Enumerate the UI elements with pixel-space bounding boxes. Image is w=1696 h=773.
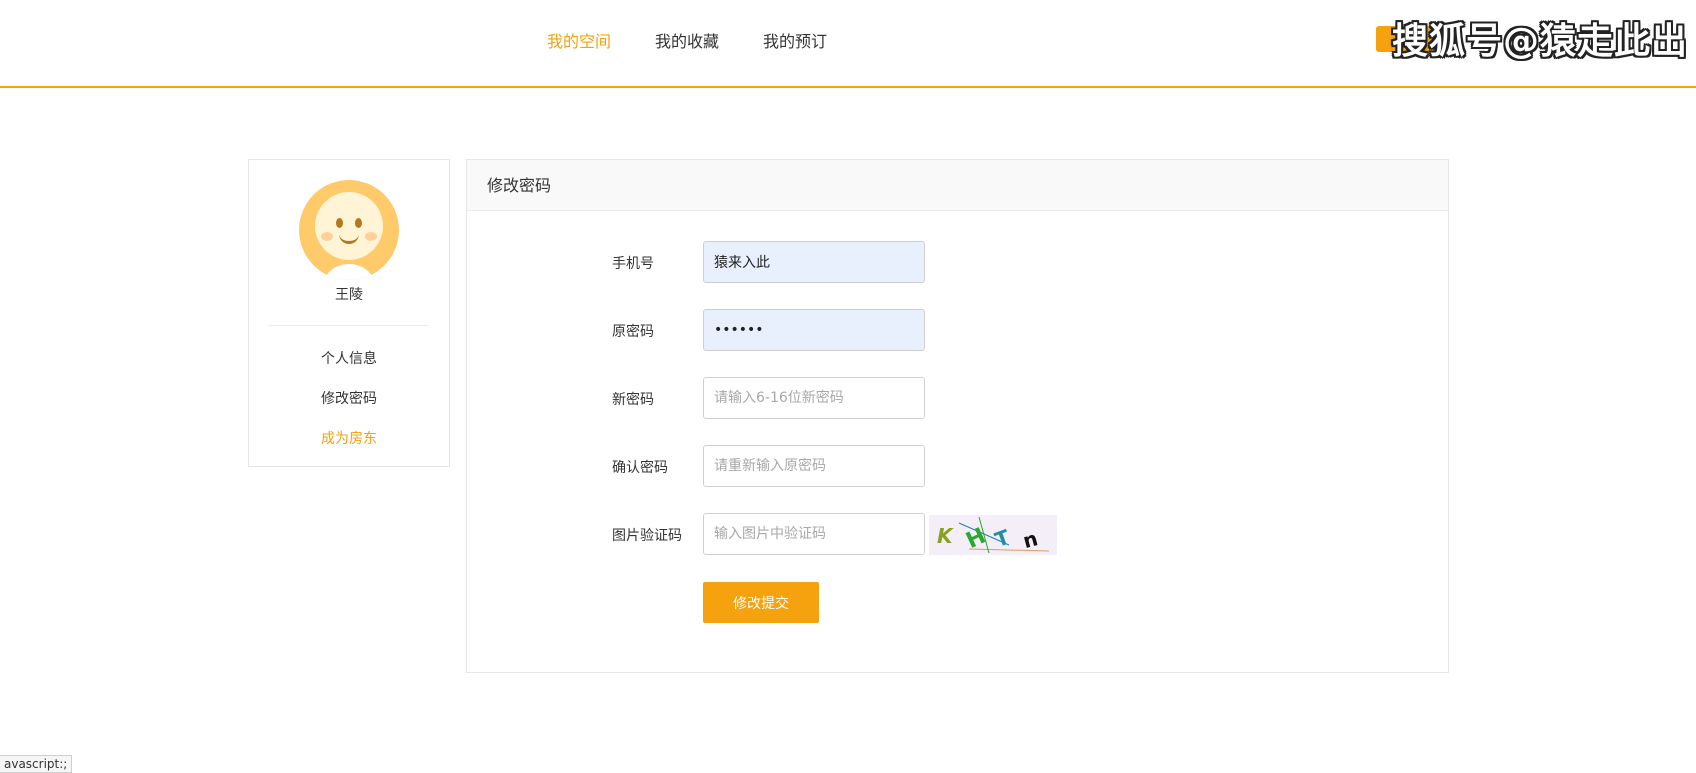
phone-input[interactable] — [703, 241, 925, 283]
nav-my-favorites[interactable]: 我的收藏 — [655, 28, 719, 52]
confirm-password-label: 确认密码 — [612, 460, 668, 476]
sidebar-item-profile[interactable]: 个人信息 — [249, 348, 449, 368]
sidebar-item-change-password[interactable]: 修改密码 — [249, 388, 449, 408]
submit-button[interactable]: 修改提交 — [703, 582, 819, 623]
captcha-char-1: K — [937, 524, 954, 548]
user-sidebar: 王陵 个人信息 修改密码 成为房东 — [248, 159, 450, 467]
username: 王陵 — [335, 287, 363, 303]
captcha-input[interactable] — [703, 513, 925, 555]
captcha-label: 图片验证码 — [612, 528, 682, 544]
top-header: 我的空间 我的收藏 我的预订 搜狐号@猿走此出 — [0, 0, 1696, 88]
sidebar-divider — [269, 325, 429, 326]
old-password-input[interactable] — [703, 309, 925, 351]
captcha-char-4: n — [1020, 526, 1040, 553]
new-password-label: 新密码 — [612, 392, 654, 408]
phone-label: 手机号 — [612, 256, 654, 272]
confirm-password-input[interactable] — [703, 445, 925, 487]
watermark-text: 搜狐号@猿走此出 — [1392, 21, 1689, 62]
browser-status-bar: avascript:; — [0, 755, 73, 773]
main-nav: 我的空间 我的收藏 我的预订 — [547, 28, 827, 52]
nav-my-bookings[interactable]: 我的预订 — [763, 28, 827, 52]
captcha-svg: K H T n — [937, 516, 1050, 554]
smiley-avatar-icon — [299, 180, 399, 280]
old-password-label: 原密码 — [612, 324, 654, 340]
captcha-image[interactable]: K H T n — [929, 515, 1057, 555]
new-password-input[interactable] — [703, 377, 925, 419]
captcha-char-3: T — [992, 525, 1013, 552]
change-password-panel: 修改密码 手机号 原密码 新密码 确认密码 图片验证码 K H T n — [466, 159, 1449, 673]
nav-my-space[interactable]: 我的空间 — [547, 28, 611, 52]
panel-title: 修改密码 — [467, 160, 1448, 211]
sidebar-item-become-landlord[interactable]: 成为房东 — [249, 428, 449, 448]
